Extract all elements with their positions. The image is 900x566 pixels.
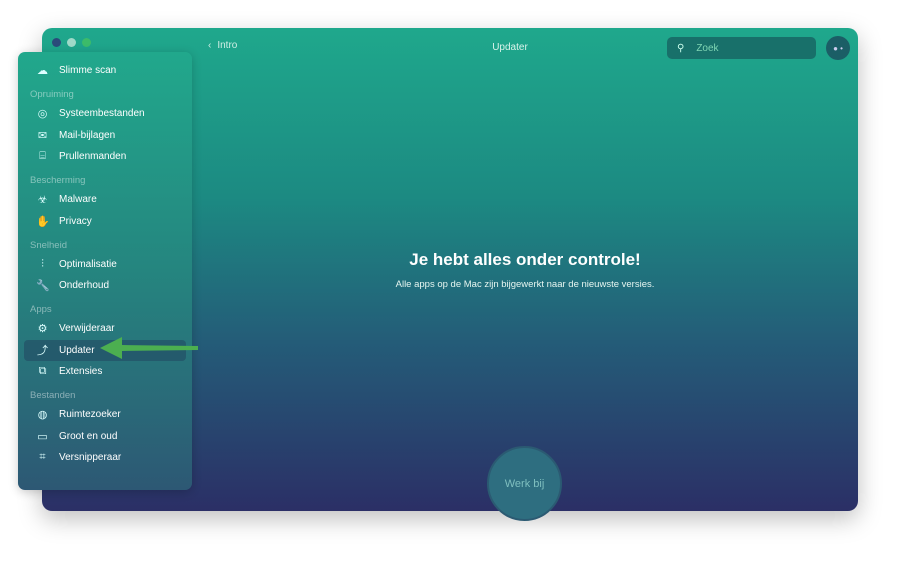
sidebar-item-prullenmanden[interactable]: ⌸ Prullenmanden [24,146,186,168]
uninstaller-icon: ⚙ [37,323,48,336]
sidebar-item-label: Optimalisatie [59,258,117,270]
mail-icon: ✉ [37,129,48,142]
sidebar-section-header: Snelheid [30,239,67,251]
sidebar-item-mail-bijlagen[interactable]: ✉ Mail-bijlagen [24,125,186,147]
sidebar-section-header: Opruiming [30,89,74,100]
smart-scan-icon: ☁ [37,65,48,78]
sidebar-item-label: Mail-bijlagen [59,129,116,141]
sidebar-item-malware[interactable]: ☣ Malware [24,189,186,211]
trash-icon: ⌸ [39,150,46,163]
sidebar-item-label: Groot en oud [59,430,118,442]
update-button[interactable]: Werk bij [487,446,562,521]
annotation-arrow [100,337,198,359]
system-files-icon: ◎ [37,108,48,121]
sidebar-item-label: Systeembestanden [59,108,145,120]
shredder-icon: ⌗ [39,451,46,464]
extensions-icon: ⧉ [38,365,47,378]
sidebar-item-label: Extensies [59,366,103,378]
sidebar-item-label: Verwijderaar [59,323,115,335]
sidebar-item-label: Onderhoud [59,280,110,292]
sidebar-item-optimalisatie[interactable]: ⫶ Optimalisatie [24,254,186,276]
sidebar-item-label: Versnipperaar [59,452,122,464]
assistant-button[interactable]: ● • [826,36,850,60]
space-lens-icon: ◍ [37,409,48,422]
sidebar-item-label: Slimme scan [59,65,117,77]
sidebar-section-header: Apps [30,304,52,315]
sidebar-item-slimme-scan[interactable]: ☁ Slimme scan [24,60,186,82]
sidebar-section-header: Bescherming [30,175,86,186]
folder-icon: ▭ [37,430,48,443]
sidebar-item-privacy[interactable]: ✋ Privacy [24,211,186,233]
updater-icon: ⤴ [37,345,48,358]
sidebar-item-systeembestanden[interactable]: ◎ Systeembestanden [24,103,186,125]
search-icon: ⚲ [677,42,685,54]
sidebar-item-label: Ruimtezoeker [59,409,121,421]
wrench-icon: 🔧 [36,280,50,293]
status-heading: Je hebt alles onder controle! [409,250,641,269]
sidebar-item-label: Privacy [59,215,92,227]
status-message: Alle apps op de Mac zijn bijgewerkt naar… [395,279,655,290]
hand-icon: ✋ [36,215,50,228]
sidebar-item-label: Updater [59,344,95,356]
biohazard-icon: ☣ [37,194,48,207]
sliders-icon: ⫶ [41,257,44,270]
sidebar-item-versnipperaar[interactable]: ⌗ Versnipperaar [24,447,186,469]
sidebar-item-label: Prullenmanden [59,151,127,163]
sidebar-section-header: Bestanden [30,390,76,401]
sidebar-item-label: Malware [59,194,97,206]
sidebar-item-onderhoud[interactable]: 🔧 Onderhoud [24,275,186,297]
search-input[interactable]: ⚲ Zoek [667,37,816,59]
sidebar-item-groot-en-oud[interactable]: ▭ Groot en oud [24,426,186,448]
sidebar-item-ruimtezoeker[interactable]: ◍ Ruimtezoeker [24,404,186,426]
sidebar: ☁ Slimme scan Opruiming ◎ Systeembestanden ✉ M… [18,52,192,490]
sidebar-item-extensies[interactable]: ⧉ Extensies [24,361,186,383]
